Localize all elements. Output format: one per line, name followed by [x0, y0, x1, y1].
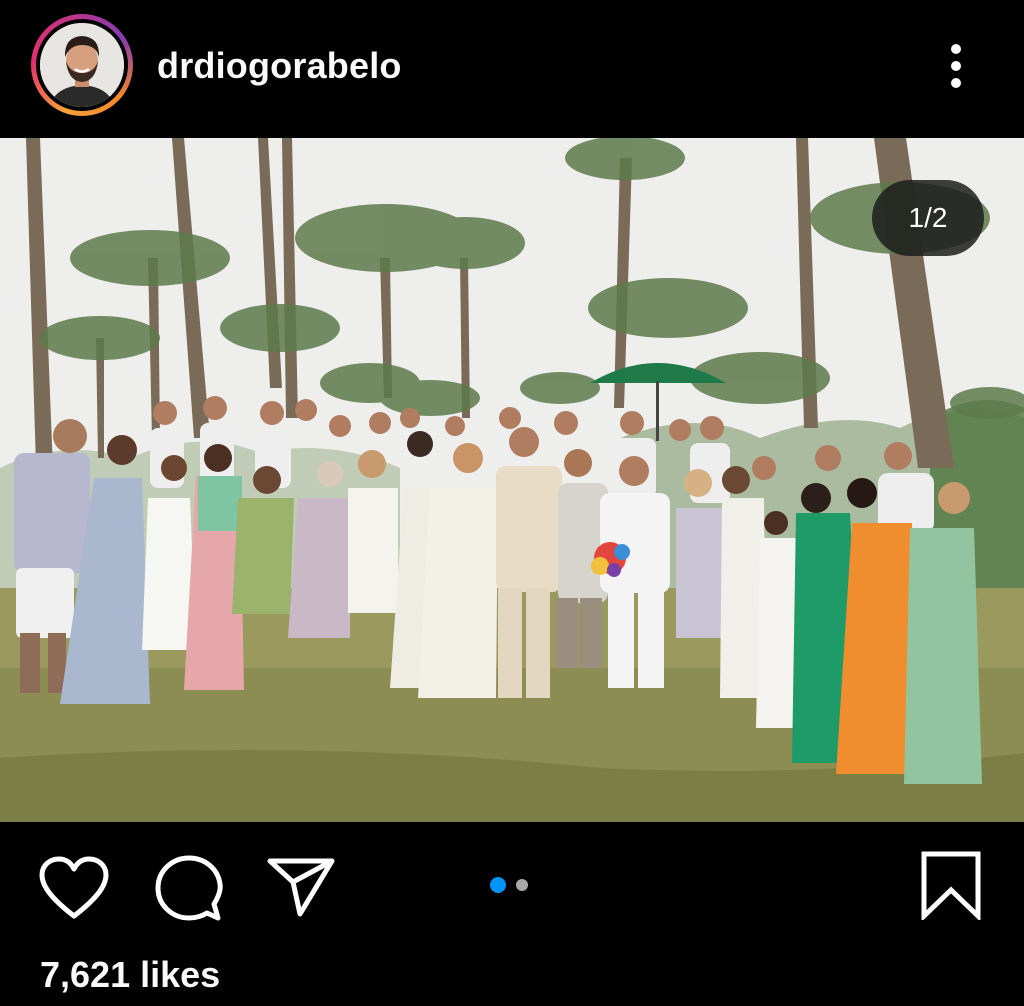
bookmark-icon[interactable]	[920, 850, 982, 922]
group-photo-image	[0, 138, 1024, 822]
post-actions-bar: 7,621 likes	[0, 822, 1024, 1006]
send-icon[interactable]	[266, 856, 336, 918]
username[interactable]: drdiogorabelo	[157, 44, 402, 88]
post-photo[interactable]: 1/2	[0, 138, 1024, 822]
profile-photo-icon	[40, 23, 124, 107]
comment-icon[interactable]	[154, 854, 224, 922]
more-options-icon[interactable]	[938, 36, 974, 96]
story-ring[interactable]	[31, 14, 133, 116]
carousel-page-indicator: 1/2	[872, 180, 984, 256]
heart-icon[interactable]	[38, 856, 110, 920]
instagram-post: drdiogorabelo 1/2 7,621 likes	[0, 0, 1024, 1006]
avatar[interactable]	[40, 23, 124, 107]
likes-count[interactable]: 7,621 likes	[40, 953, 220, 997]
carousel-dot-active	[490, 877, 506, 893]
post-header: drdiogorabelo	[0, 0, 1024, 138]
carousel-dot-inactive	[516, 879, 528, 891]
